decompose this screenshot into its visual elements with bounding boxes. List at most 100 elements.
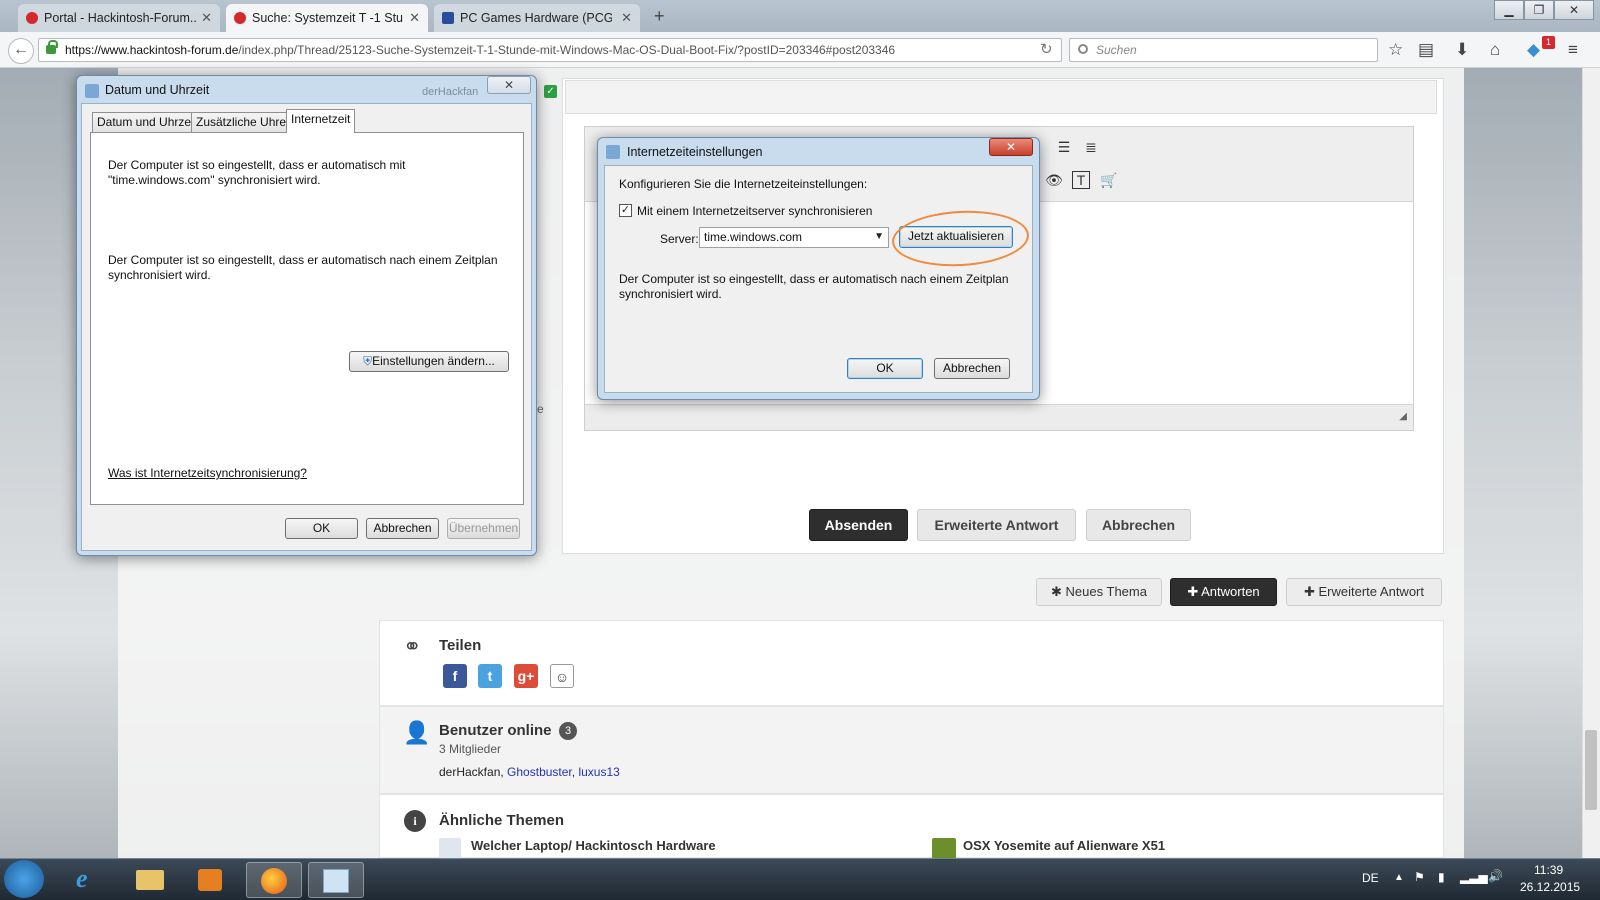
dropdown-arrow-icon: ▼ <box>874 231 884 242</box>
nav-bar: https://www.hackintosh-forum.de/index.ph… <box>0 32 1600 68</box>
clock-date[interactable]: 26.12.2015 <box>1520 880 1580 894</box>
similar-thread-link[interactable]: OSX Yosemite auf Alienware X51 <box>963 838 1165 853</box>
cancel-reply-button[interactable]: Abbrechen <box>1086 509 1191 541</box>
clock-time[interactable]: 11:39 <box>1534 863 1563 877</box>
minimize-icon[interactable]: ▁ <box>1494 0 1524 20</box>
text-format-icon[interactable]: T <box>1072 171 1090 189</box>
taskbar-firefox-icon[interactable] <box>246 862 302 898</box>
close-tab-icon[interactable]: ✕ <box>621 10 632 26</box>
help-link[interactable]: Was ist Internetzeitsynchronisierung? <box>108 466 307 481</box>
obscured-username: derHackfan <box>422 86 479 98</box>
cancel-button[interactable]: Abbrechen <box>934 358 1010 379</box>
datetime-dialog: Datum und Uhrzeit derHackfan ✕ Datum und… <box>76 75 537 556</box>
taskbar-datetime-icon[interactable] <box>308 862 364 898</box>
bookmark-star-icon[interactable]: ☆ <box>1388 40 1403 60</box>
battery-icon[interactable]: ▮ <box>1438 870 1445 884</box>
url-bar[interactable]: https://www.hackintosh-forum.de/index.ph… <box>38 38 1062 62</box>
reading-list-icon[interactable]: ▤ <box>1418 40 1434 60</box>
twitter-icon[interactable]: t <box>478 664 502 688</box>
close-icon[interactable]: ✕ <box>989 138 1033 156</box>
user-link[interactable]: luxus13 <box>578 765 619 779</box>
tab-internet-time[interactable]: Internetzeit <box>286 109 356 133</box>
ok-button[interactable]: OK <box>847 358 923 379</box>
download-icon[interactable]: ⬇ <box>1455 40 1469 60</box>
close-tab-icon[interactable]: ✕ <box>409 10 420 26</box>
internet-time-dialog: Internetzeiteinstellungen ✕ Konfiguriere… <box>597 137 1040 400</box>
search-icon <box>1078 44 1088 54</box>
back-icon[interactable]: ← <box>8 38 34 64</box>
tab-pcgames[interactable]: PC Games Hardware (PCG... ✕ <box>434 4 640 32</box>
tab-date-time[interactable]: Datum und Uhrzeit <box>92 112 203 133</box>
sync-info-text: Der Computer ist so eingestellt, dass er… <box>108 158 406 187</box>
tab-label: PC Games Hardware (PCG... <box>460 11 612 25</box>
tab-portal[interactable]: Portal - Hackintosh-Forum... ✕ <box>18 4 220 32</box>
extension-icon[interactable]: ◆ <box>1527 40 1540 60</box>
hackintosh-apple-icon <box>26 12 38 24</box>
dialog-heading: Konfigurieren Sie die Internetzeiteinste… <box>619 177 868 191</box>
cancel-button[interactable]: Abbrechen <box>366 518 439 539</box>
facebook-icon[interactable]: f <box>443 664 467 688</box>
similar-thread-link[interactable]: Welcher Laptop/ Hackintosch Hardware <box>471 838 716 853</box>
plus-icon: ✚ <box>1303 584 1319 599</box>
thread-thumb-icon <box>439 838 461 860</box>
taskbar-ie-icon[interactable]: e <box>62 862 118 898</box>
lock-icon <box>46 40 58 54</box>
home-icon[interactable]: ⌂ <box>1490 40 1500 60</box>
schedule-info-text: Der Computer ist so eingestellt, dass er… <box>619 272 1009 301</box>
search-input[interactable]: Suchen <box>1069 38 1378 62</box>
taskbar-mediaplayer-icon[interactable] <box>182 862 238 898</box>
new-tab-icon[interactable]: + <box>654 6 665 27</box>
pcgh-icon <box>442 12 454 24</box>
submit-button[interactable]: Absenden <box>809 509 908 541</box>
reply-button[interactable]: ✚ Antworten <box>1170 578 1277 606</box>
change-settings-button[interactable]: ⛨Einstellungen ändern... <box>349 351 509 372</box>
search-placeholder: Suchen <box>1096 43 1137 57</box>
taskbar-explorer-icon[interactable] <box>122 862 178 898</box>
google-plus-icon[interactable]: g+ <box>514 664 538 688</box>
dialog-title: Datum und Uhrzeit <box>105 83 210 97</box>
schedule-info-text: Der Computer ist so eingestellt, dass er… <box>108 253 498 282</box>
close-tab-icon[interactable]: ✕ <box>201 10 212 26</box>
reload-icon[interactable]: ↻ <box>1040 40 1053 58</box>
tab-label: Suche: Systemzeit T -1 Stu... <box>252 11 404 25</box>
clock-icon <box>606 145 620 159</box>
close-icon[interactable]: ✕ <box>487 76 531 94</box>
user-link[interactable]: Ghostbuster <box>507 765 572 779</box>
restore-icon[interactable]: ❐ <box>1524 0 1554 20</box>
asterisk-icon: ✱ <box>1051 584 1066 599</box>
scroll-thumb[interactable] <box>1585 730 1597 810</box>
extended-reply-label: Erweiterte Antwort <box>1318 584 1425 599</box>
action-center-icon[interactable]: ⚑ <box>1414 870 1425 884</box>
ok-button[interactable]: OK <box>285 518 358 539</box>
share-title: Teilen <box>439 637 482 654</box>
new-topic-button[interactable]: ✱ Neues Thema <box>1036 578 1162 606</box>
info-icon: i <box>404 810 426 832</box>
online-users: derHackfan, Ghostbuster, luxus13 <box>439 765 620 779</box>
extended-reply-button-2[interactable]: ✚ Erweiterte Antwort <box>1286 578 1442 606</box>
extended-reply-button[interactable]: Erweiterte Antwort <box>917 509 1076 541</box>
justify-icon[interactable]: ≣ <box>1080 136 1102 158</box>
sync-checkbox[interactable]: ✓ <box>619 204 632 217</box>
language-indicator[interactable]: DE <box>1362 871 1379 885</box>
taskbar <box>0 858 1600 900</box>
volume-icon[interactable]: 🔊 <box>1488 869 1503 883</box>
sync-checkbox-label: Mit einem Internetzeitserver synchronisi… <box>637 204 873 218</box>
network-icon[interactable]: ▂▃▅ <box>1460 870 1488 884</box>
tray-expand-icon[interactable]: ▲ <box>1394 872 1404 883</box>
close-window-icon[interactable]: ✕ <box>1554 0 1594 20</box>
notification-badge: 1 <box>1542 36 1555 49</box>
align-right-icon[interactable]: ☰ <box>1053 136 1075 158</box>
editor-resize-bar[interactable]: ◢ <box>585 404 1413 430</box>
change-settings-label: Einstellungen ändern... <box>372 354 495 368</box>
tab-additional-clocks[interactable]: Zusätzliche Uhren <box>191 112 298 133</box>
start-button-icon[interactable] <box>4 860 44 898</box>
menu-icon[interactable]: ≡ <box>1568 40 1578 60</box>
side-text: e <box>537 402 544 416</box>
cart-icon[interactable]: 🛒 <box>1098 169 1120 191</box>
reddit-icon[interactable]: ☺ <box>550 664 574 688</box>
user-link[interactable]: derHackfan <box>439 765 500 779</box>
resize-handle-icon[interactable]: ◢ <box>1399 411 1407 422</box>
preview-eye-icon[interactable]: 👁 <box>1043 169 1065 191</box>
tab-search[interactable]: Suche: Systemzeit T -1 Stu... ✕ <box>226 4 428 32</box>
server-select[interactable]: time.windows.com ▼ <box>699 227 889 248</box>
